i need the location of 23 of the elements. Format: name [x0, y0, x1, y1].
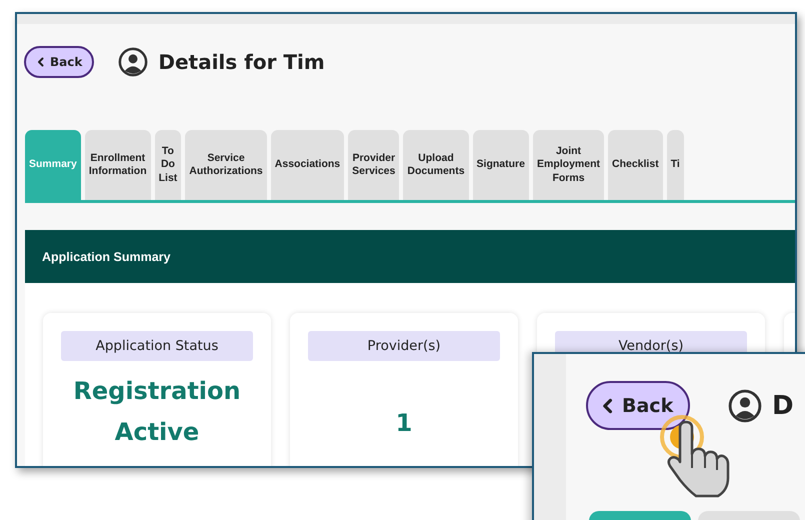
tab[interactable]: Joint Employment Forms: [532, 130, 604, 200]
tab[interactable]: Associations: [270, 130, 344, 200]
card-label: Application Status: [61, 331, 253, 361]
user-icon: [118, 47, 148, 77]
tab[interactable]: Enrollment Information: [84, 130, 151, 200]
card-value: Registration Active: [73, 376, 241, 448]
page-title: Details for Tim: [158, 50, 325, 74]
page-title: D: [772, 390, 794, 420]
tab[interactable]: Checklist: [608, 130, 663, 200]
tab[interactable]: Signature: [472, 130, 529, 200]
tab[interactable]: Ti: [666, 130, 684, 200]
back-button[interactable]: Back: [24, 46, 94, 78]
tab[interactable]: Upload Documents: [403, 130, 469, 200]
tab[interactable]: Provider Services: [348, 130, 400, 200]
card-label: Provider(s): [308, 331, 500, 361]
hand-cursor-icon: [666, 420, 732, 500]
tab[interactable]: To Do List: [154, 130, 182, 200]
user-icon: [728, 388, 762, 422]
chevron-left-icon: [36, 57, 46, 67]
back-button[interactable]: Back: [586, 381, 690, 430]
tab[interactable]: Service Authorizations: [185, 130, 267, 200]
card-value: 1: [396, 408, 412, 439]
panel-title: Application Summary: [42, 250, 170, 264]
